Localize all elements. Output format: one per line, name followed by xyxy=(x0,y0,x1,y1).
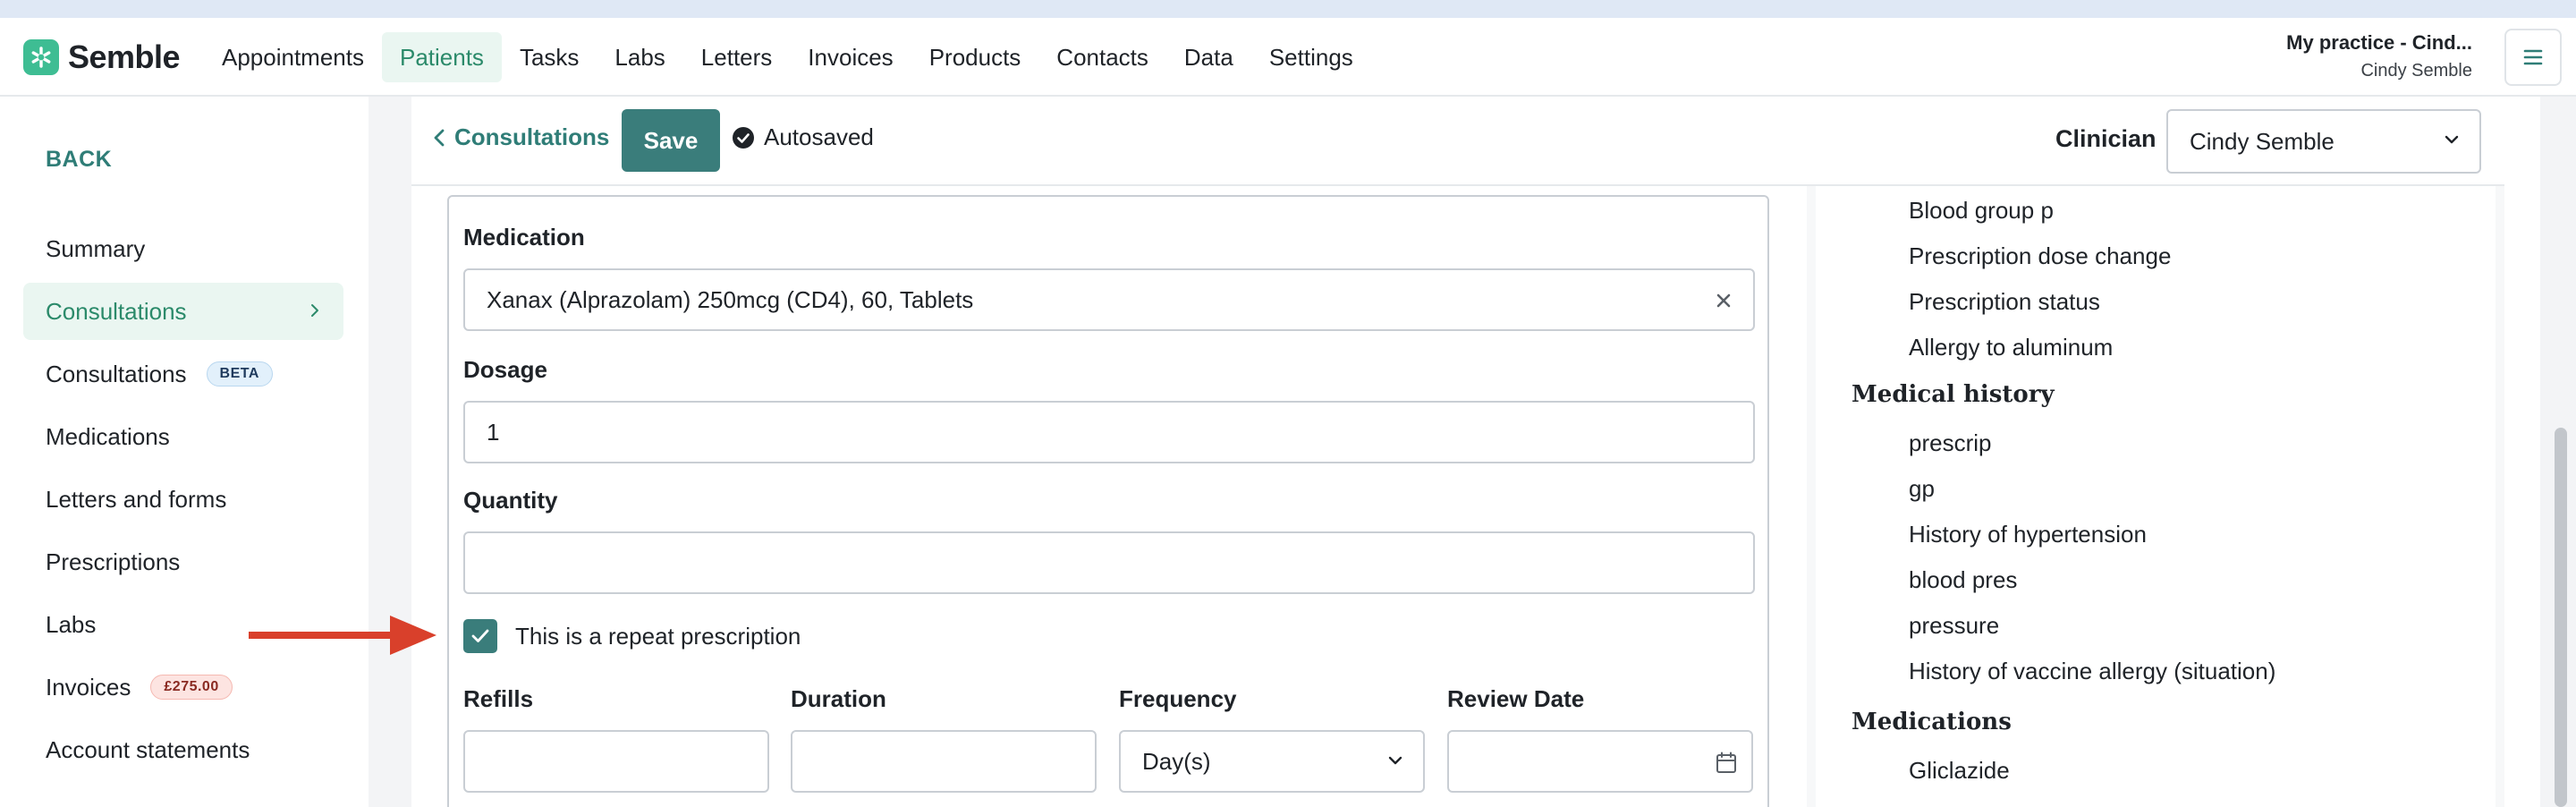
record-item[interactable]: History of hypertension xyxy=(1909,521,2147,548)
sidebar-item-label: Consultations xyxy=(46,297,187,325)
chevron-down-icon xyxy=(2445,135,2459,144)
sidebar-item-consultations-beta[interactable]: Consultations BETA xyxy=(23,345,343,403)
sidebar-item-account-statements[interactable]: Account statements xyxy=(23,721,343,778)
medications-heading: Medications xyxy=(1852,709,2012,735)
sidebar-item-medications[interactable]: Medications xyxy=(23,408,343,465)
hamburger-icon xyxy=(2523,49,2543,65)
patient-sidebar: BACK Summary Consultations Consultations… xyxy=(0,97,369,807)
editor-toolbar: Consultations Save Autosaved Clinician C… xyxy=(411,97,2504,186)
sidebar-item-label: Invoices xyxy=(46,673,131,701)
nav-products[interactable]: Products xyxy=(911,32,1039,82)
sidebar-item-consultations[interactable]: Consultations xyxy=(23,283,343,340)
record-item[interactable]: Allergy to aluminum xyxy=(1909,334,2113,361)
beta-badge: BETA xyxy=(206,361,273,387)
nav-letters[interactable]: Letters xyxy=(683,32,791,82)
sidebar-item-label: Account statements xyxy=(46,735,250,763)
semble-logo-icon xyxy=(23,39,59,75)
clinician-select[interactable]: Cindy Semble xyxy=(2166,109,2481,174)
record-item[interactable]: pressure xyxy=(1909,612,1999,640)
invoice-balance-badge: £275.00 xyxy=(150,675,233,700)
refills-label: Refills xyxy=(463,685,534,712)
nav-contacts[interactable]: Contacts xyxy=(1038,32,1166,82)
sidebar-item-label: Letters and forms xyxy=(46,485,227,513)
save-button[interactable]: Save xyxy=(622,109,720,172)
nav-settings[interactable]: Settings xyxy=(1251,32,1371,82)
page-scrollbar-thumb[interactable] xyxy=(2555,428,2567,807)
checkmark-icon xyxy=(471,629,489,642)
record-item[interactable]: gp xyxy=(1909,475,1935,503)
practice-name: My practice - Cind... xyxy=(2286,31,2472,54)
sidebar-item-label: Labs xyxy=(46,610,97,638)
autosave-label: Autosaved xyxy=(764,123,874,150)
dosage-input[interactable]: 1 xyxy=(463,401,1755,463)
sidebar-item-label: Medications xyxy=(46,422,170,450)
autosave-status: Autosaved xyxy=(732,123,874,151)
hamburger-menu-button[interactable] xyxy=(2504,29,2562,86)
sidebar-item-prescriptions[interactable]: Prescriptions xyxy=(23,533,343,590)
record-item[interactable]: prescrip xyxy=(1909,429,1991,457)
window-top-strip xyxy=(0,0,2576,18)
record-item[interactable]: Prescription dose change xyxy=(1909,242,2171,270)
nav-labs[interactable]: Labs xyxy=(597,32,682,82)
back-link[interactable]: BACK xyxy=(46,147,112,173)
practice-user: Cindy Semble xyxy=(2360,61,2472,81)
record-item[interactable]: Gliclazide xyxy=(1909,757,2010,785)
duration-label: Duration xyxy=(791,685,886,712)
nav-appointments[interactable]: Appointments xyxy=(204,32,382,82)
logo-text: Semble xyxy=(68,38,181,75)
sidebar-item-label: Summary xyxy=(46,234,146,262)
prescription-form-card: Medication Xanax (Alprazolam) 250mcg (CD… xyxy=(447,195,1769,807)
record-item[interactable]: History of vaccine allergy (situation) xyxy=(1909,658,2275,685)
nav-tasks[interactable]: Tasks xyxy=(502,32,597,82)
repeat-prescription-checkbox[interactable] xyxy=(463,619,497,653)
record-item[interactable]: Blood group p xyxy=(1909,197,2054,225)
frequency-value: Day(s) xyxy=(1142,747,1211,775)
back-to-consultations-link[interactable]: Consultations xyxy=(433,123,609,151)
semble-logo[interactable]: Semble xyxy=(23,38,181,75)
clinician-value: Cindy Semble xyxy=(2190,127,2334,155)
record-item[interactable]: Prescription status xyxy=(1909,288,2100,316)
chevron-left-icon xyxy=(434,129,445,146)
repeat-prescription-label[interactable]: This is a repeat prescription xyxy=(515,623,801,650)
practice-switcher[interactable]: My practice - Cind... Cindy Semble xyxy=(2286,29,2472,84)
quantity-input[interactable] xyxy=(463,531,1755,594)
nav-invoices[interactable]: Invoices xyxy=(790,32,911,82)
clinician-label: Clinician xyxy=(2055,125,2157,152)
consultation-editor: Consultations Save Autosaved Clinician C… xyxy=(411,97,2504,807)
refills-input[interactable] xyxy=(463,730,769,793)
annotation-arrow-icon xyxy=(249,616,436,655)
calendar-icon[interactable] xyxy=(1716,752,1737,775)
patient-records-panel: Blood group p Prescription dose change P… xyxy=(1816,186,2496,807)
nav-patients[interactable]: Patients xyxy=(381,32,502,82)
medication-value: Xanax (Alprazolam) 250mcg (CD4), 60, Tab… xyxy=(487,285,974,313)
top-header: Semble Appointments Patients Tasks Labs … xyxy=(0,18,2576,97)
repeat-prescription-row: This is a repeat prescription xyxy=(463,619,801,653)
sidebar-item-invoices[interactable]: Invoices £275.00 xyxy=(23,658,343,716)
chevron-down-icon xyxy=(1388,756,1402,765)
sidebar-item-label: Prescriptions xyxy=(46,548,181,575)
back-to-consultations-label: Consultations xyxy=(454,123,610,150)
sidebar-item-letters-and-forms[interactable]: Letters and forms xyxy=(23,471,343,528)
medication-label: Medication xyxy=(463,224,585,251)
duration-input[interactable] xyxy=(791,730,1097,793)
review-date-input[interactable] xyxy=(1447,730,1753,793)
medical-history-heading: Medical history xyxy=(1852,381,2055,408)
review-date-label: Review Date xyxy=(1447,685,1585,712)
content-gutter xyxy=(369,97,411,807)
frequency-label: Frequency xyxy=(1119,685,1237,712)
nav-data[interactable]: Data xyxy=(1166,32,1251,82)
sidebar-item-label: Consultations xyxy=(46,360,187,387)
record-item[interactable]: blood pres xyxy=(1909,566,2017,594)
dosage-label: Dosage xyxy=(463,356,547,383)
dosage-value: 1 xyxy=(487,418,500,446)
clear-icon[interactable] xyxy=(1714,291,1733,310)
chevron-right-icon xyxy=(311,304,318,317)
sidebar-item-summary[interactable]: Summary xyxy=(23,220,343,277)
check-circle-icon xyxy=(733,126,754,149)
medication-input[interactable]: Xanax (Alprazolam) 250mcg (CD4), 60, Tab… xyxy=(463,268,1755,331)
quantity-label: Quantity xyxy=(463,487,558,514)
main-nav: Appointments Patients Tasks Labs Letters… xyxy=(204,32,1371,82)
frequency-select[interactable]: Day(s) xyxy=(1119,730,1425,793)
